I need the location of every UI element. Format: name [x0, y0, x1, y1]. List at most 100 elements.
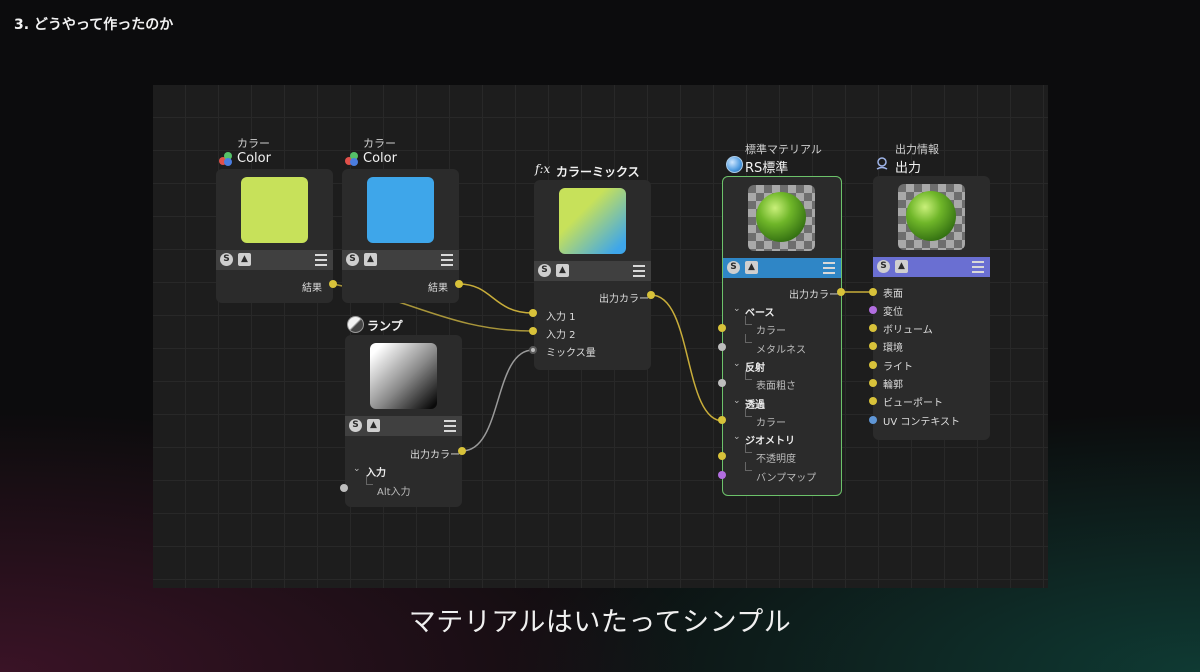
- output-type-label: 出力情報: [895, 143, 939, 156]
- image-icon[interactable]: ▲: [895, 260, 908, 273]
- standard-title: RS標準: [745, 161, 789, 176]
- fx-icon: f:x: [535, 162, 551, 176]
- ramp-node[interactable]: S ▲ 出力カラー ⌄ 入力 Alt入力: [345, 335, 462, 507]
- mix-input-1-port[interactable]: [529, 309, 537, 317]
- green-sphere: [906, 191, 956, 241]
- mix-preview: [559, 188, 626, 254]
- volume-label: ボリューム: [883, 325, 933, 336]
- menu-icon[interactable]: [441, 254, 453, 266]
- light-label: ライト: [883, 362, 913, 373]
- rgb-color-icon: [219, 152, 233, 166]
- contour-label: 輪郭: [883, 380, 903, 391]
- s-icon[interactable]: S: [538, 264, 551, 277]
- section-geometry-label: ジオメトリ: [745, 436, 795, 447]
- image-icon[interactable]: ▲: [364, 253, 377, 266]
- menu-icon[interactable]: [972, 261, 984, 273]
- color2-out-port[interactable]: [455, 280, 463, 288]
- wire-mix-to-transmission: [650, 294, 724, 422]
- uv-context-port[interactable]: [869, 416, 877, 424]
- mix-amount-port[interactable]: [529, 346, 537, 354]
- bump-map-port[interactable]: [718, 471, 726, 479]
- standard-type-label: 標準マテリアル: [745, 143, 822, 156]
- s-icon[interactable]: S: [349, 419, 362, 432]
- surface-port[interactable]: [869, 288, 877, 296]
- rgb-color-icon: [345, 152, 359, 166]
- s-icon[interactable]: S: [877, 260, 890, 273]
- roughness-port[interactable]: [718, 379, 726, 387]
- color1-toolbar: S ▲: [216, 250, 333, 270]
- color2-swatch: [367, 177, 434, 243]
- chevron-down-icon[interactable]: ⌄: [733, 304, 741, 314]
- ramp-alt-input-port[interactable]: [340, 484, 348, 492]
- image-icon[interactable]: ▲: [238, 253, 251, 266]
- mix-out-port[interactable]: [647, 291, 655, 299]
- material-sphere-icon: [726, 156, 743, 173]
- chevron-down-icon[interactable]: ⌄: [733, 396, 741, 406]
- base-color-label: カラー: [756, 326, 786, 337]
- color1-title: Color: [237, 151, 271, 166]
- output-icon: [876, 156, 888, 171]
- color1-type-label: カラー: [237, 137, 270, 150]
- metalness-port[interactable]: [718, 343, 726, 351]
- mix-input-2-label: 入力 2: [546, 330, 576, 341]
- chevron-down-icon[interactable]: ⌄: [733, 432, 741, 442]
- metalness-label: メタルネス: [756, 345, 806, 356]
- s-icon[interactable]: S: [727, 261, 740, 274]
- output-node[interactable]: S ▲ 表面 変位 ボリューム 環境 ライト 輪郭 ビューポート UV コンテキ…: [869, 176, 990, 440]
- s-icon[interactable]: S: [346, 253, 359, 266]
- menu-icon[interactable]: [633, 265, 645, 277]
- color-mix-node[interactable]: S ▲ 出力カラー 入力 1 入力 2 ミックス量: [534, 180, 651, 370]
- opacity-label: 不透明度: [756, 454, 796, 465]
- uv-context-label: UV コンテキスト: [883, 417, 961, 428]
- chevron-down-icon[interactable]: ⌄: [353, 464, 361, 474]
- tree-connector: [366, 476, 373, 485]
- environment-label: 環境: [883, 343, 903, 354]
- standard-out-port[interactable]: [837, 288, 845, 296]
- volume-port[interactable]: [869, 324, 877, 332]
- displacement-port[interactable]: [869, 306, 877, 314]
- chevron-down-icon[interactable]: ⌄: [733, 359, 741, 369]
- image-icon[interactable]: ▲: [745, 261, 758, 274]
- mix-amount-label: ミックス量: [546, 348, 596, 359]
- displacement-label: 変位: [883, 307, 903, 318]
- output-title: 出力: [895, 161, 922, 176]
- ramp-icon: [347, 316, 364, 333]
- wire-color2-to-input1: [458, 283, 534, 314]
- tree-connector: [745, 371, 752, 380]
- tree-connector: [745, 462, 752, 471]
- output-toolbar: S ▲: [873, 257, 990, 277]
- color1-swatch: [241, 177, 308, 243]
- color-node-1[interactable]: S ▲ 結果: [216, 169, 333, 303]
- slide-caption: マテリアルはいたってシンプル: [408, 607, 792, 638]
- ramp-out-port[interactable]: [458, 447, 466, 455]
- menu-icon[interactable]: [315, 254, 327, 266]
- tree-connector: [745, 334, 752, 343]
- base-color-port[interactable]: [718, 324, 726, 332]
- mix-input-2-port[interactable]: [529, 327, 537, 335]
- mix-title: カラーミックス: [556, 165, 640, 179]
- color1-out-label: 結果: [302, 283, 322, 294]
- color2-title: Color: [363, 151, 397, 166]
- green-sphere: [756, 192, 806, 242]
- menu-icon[interactable]: [823, 262, 835, 274]
- color2-type-label: カラー: [363, 137, 396, 150]
- color1-out-port[interactable]: [329, 280, 337, 288]
- environment-port[interactable]: [869, 342, 877, 350]
- viewport-port[interactable]: [869, 397, 877, 405]
- image-icon[interactable]: ▲: [556, 264, 569, 277]
- ramp-toolbar: S ▲: [345, 416, 462, 436]
- menu-icon[interactable]: [444, 420, 456, 432]
- opacity-port[interactable]: [718, 452, 726, 460]
- light-port[interactable]: [869, 361, 877, 369]
- viewport-label: ビューポート: [883, 398, 943, 409]
- color2-out-label: 結果: [428, 283, 448, 294]
- standard-out-label: 出力カラー: [789, 290, 839, 301]
- standard-material-node[interactable]: S ▲ 出力カラー ⌄ ベース カラー メタルネス ⌄ 反射 表面粗さ ⌄ 透過…: [722, 176, 842, 496]
- color-node-2[interactable]: S ▲ 結果: [342, 169, 459, 303]
- node-editor-canvas[interactable]: カラー Color S ▲ 結果 カラー Color S ▲ 結果 ランプ S: [153, 85, 1048, 588]
- s-icon[interactable]: S: [220, 253, 233, 266]
- contour-port[interactable]: [869, 379, 877, 387]
- image-icon[interactable]: ▲: [367, 419, 380, 432]
- transmission-color-port[interactable]: [718, 416, 726, 424]
- ramp-alt-input-label: Alt入力: [377, 487, 411, 498]
